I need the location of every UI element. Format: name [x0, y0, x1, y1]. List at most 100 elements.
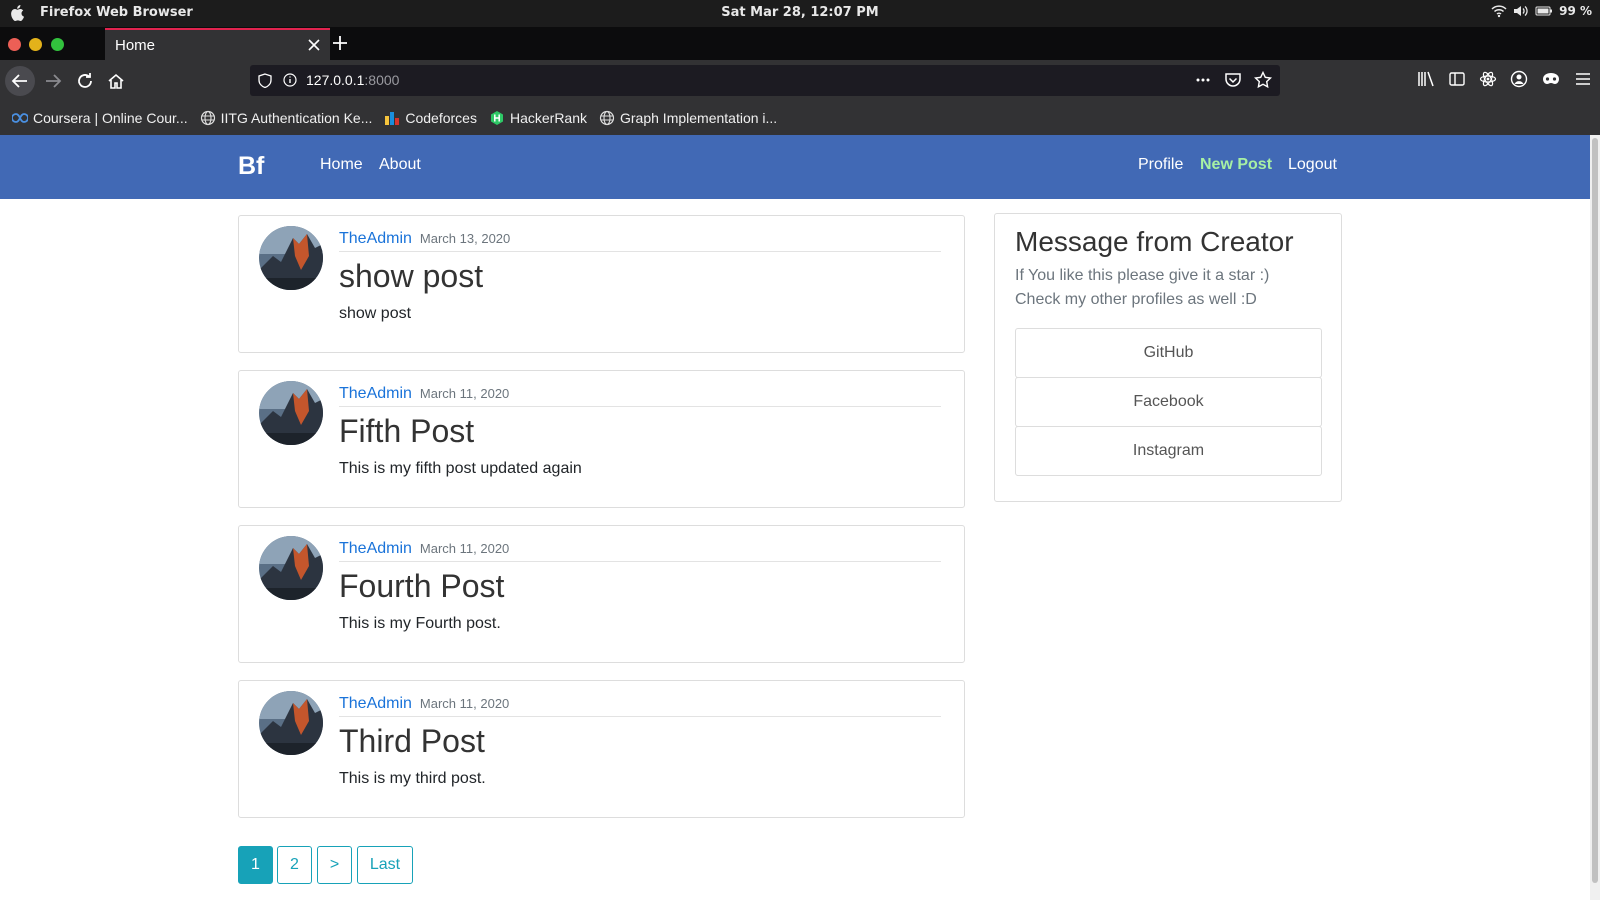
sidebar-text-line-1: If You like this please give it a star :… — [1015, 267, 1270, 284]
post-date: March 11, 2020 — [419, 541, 510, 556]
bookmark-label: Coursera | Online Cour... — [33, 110, 188, 126]
post-body: This is my third post. — [339, 770, 486, 787]
post-date: March 11, 2020 — [419, 386, 510, 401]
post-author-link[interactable]: TheAdmin — [339, 540, 412, 557]
post-card: TheAdmin March 11, 2020 Fourth Post This … — [238, 525, 965, 663]
globe-icon — [200, 110, 215, 126]
scrollbar-thumb[interactable] — [1592, 138, 1598, 883]
post-title-link[interactable]: show post — [339, 258, 483, 295]
pagination-page-2[interactable]: 2 — [277, 846, 312, 884]
post-meta: TheAdmin March 11, 2020 — [339, 695, 941, 717]
globe-icon — [599, 110, 615, 126]
page-viewport: Bf Home About Profile New Post Logout Th… — [0, 135, 1590, 900]
post-body: This is my Fourth post. — [339, 615, 501, 632]
sidebar-toggle-icon[interactable] — [1448, 70, 1466, 88]
bookmarks-toolbar: Coursera | Online Cour... IITG Authentic… — [0, 101, 1600, 135]
post-card: TheAdmin March 13, 2020 show post show po… — [238, 215, 965, 353]
url-port: :8000 — [364, 72, 400, 88]
author-avatar[interactable] — [259, 226, 323, 290]
page-actions-more-icon[interactable] — [1194, 71, 1212, 89]
author-avatar[interactable] — [259, 536, 323, 600]
nav-link-logout[interactable]: Logout — [1288, 156, 1337, 174]
post-author-link[interactable]: TheAdmin — [339, 230, 412, 247]
instagram-link[interactable]: Instagram — [1015, 426, 1322, 476]
post-body: This is my fifth post updated again — [339, 460, 582, 477]
hackerrank-icon — [490, 111, 503, 125]
post-author-link[interactable]: TheAdmin — [339, 695, 412, 712]
mountain-image — [259, 381, 323, 445]
site-info-icon[interactable] — [283, 73, 297, 87]
tab-title: Home — [115, 37, 156, 54]
bookmark-label: Codeforces — [405, 110, 477, 126]
codeforces-icon — [385, 112, 400, 125]
coursera-icon — [12, 113, 28, 123]
bookmark-label: Graph Implementation i... — [620, 110, 778, 126]
url-host: 127.0.0.1 — [306, 72, 365, 88]
battery-icon[interactable] — [1535, 5, 1553, 17]
nav-link-home[interactable]: Home — [320, 156, 363, 174]
post-card: TheAdmin March 11, 2020 Third Post This i… — [238, 680, 965, 818]
sidebar-text-line-2: Check my other profiles as well :D — [1015, 291, 1257, 308]
site-navbar: Bf Home About Profile New Post Logout — [0, 135, 1590, 199]
bookmark-codeforces[interactable]: Codeforces — [384, 110, 477, 126]
bookmark-hackerrank[interactable]: HackerRank — [489, 110, 587, 126]
post-author-link[interactable]: TheAdmin — [339, 385, 412, 402]
url-bar[interactable]: 127.0.0.1:8000 — [250, 65, 1280, 96]
facebook-link[interactable]: Facebook — [1015, 377, 1322, 427]
post-body: show post — [339, 305, 412, 322]
account-icon[interactable] — [1510, 70, 1528, 88]
window-maximize-button[interactable] — [51, 38, 64, 51]
mountain-image — [259, 226, 323, 290]
arrow-left-icon — [11, 74, 27, 88]
author-avatar[interactable] — [259, 381, 323, 445]
tab-home[interactable]: Home — [105, 28, 330, 60]
url-text[interactable]: 127.0.0.1:8000 — [306, 72, 399, 88]
arrow-right-icon — [46, 74, 62, 88]
github-link[interactable]: GitHub — [1015, 328, 1322, 378]
battery-level: 99 % — [1559, 4, 1592, 18]
reload-icon — [78, 73, 92, 88]
navigation-toolbar: 127.0.0.1:8000 — [0, 60, 1600, 101]
pocket-icon[interactable] — [1224, 71, 1242, 89]
bookmark-coursera[interactable]: Coursera | Online Cour... — [12, 110, 188, 126]
menu-hamburger-icon[interactable] — [1574, 70, 1592, 88]
pagination-next[interactable]: > — [317, 846, 352, 884]
post-title-link[interactable]: Fifth Post — [339, 413, 474, 450]
post-title-link[interactable]: Third Post — [339, 723, 485, 760]
page-scrollbar[interactable] — [1590, 135, 1600, 900]
reload-button[interactable] — [70, 66, 100, 96]
private-browsing-icon[interactable] — [1541, 70, 1561, 88]
system-tray: 99 % — [1491, 4, 1592, 18]
window-minimize-button[interactable] — [29, 38, 42, 51]
forward-button[interactable] — [38, 66, 68, 96]
sidebar-title: Message from Creator — [1015, 226, 1294, 257]
tracking-protection-shield-icon[interactable] — [258, 73, 272, 88]
post-title-link[interactable]: Fourth Post — [339, 568, 504, 605]
new-tab-icon[interactable] — [330, 33, 350, 53]
close-icon[interactable] — [306, 37, 322, 53]
volume-icon[interactable] — [1513, 4, 1529, 18]
nav-link-new-post[interactable]: New Post — [1200, 156, 1272, 174]
window-close-button[interactable] — [8, 38, 21, 51]
nav-link-about[interactable]: About — [379, 156, 421, 174]
site-brand[interactable]: Bf — [238, 152, 264, 181]
post-meta: TheAdmin March 11, 2020 — [339, 385, 941, 407]
library-icon[interactable] — [1417, 70, 1435, 88]
system-clock[interactable]: Sat Mar 28, 12:07 PM — [0, 5, 1600, 20]
post-date: March 13, 2020 — [419, 231, 511, 246]
nav-link-profile[interactable]: Profile — [1138, 156, 1183, 174]
pagination-page-1[interactable]: 1 — [238, 846, 273, 884]
author-avatar[interactable] — [259, 691, 323, 755]
bookmark-iitg-auth[interactable]: IITG Authentication Ke... — [200, 110, 373, 126]
back-button[interactable] — [5, 66, 35, 96]
bookmark-label: IITG Authentication Ke... — [220, 110, 373, 126]
bookmark-graph-implementation[interactable]: Graph Implementation i... — [599, 110, 777, 126]
bookmark-star-icon[interactable] — [1254, 71, 1272, 89]
pagination-last[interactable]: Last — [357, 846, 413, 884]
home-button[interactable] — [101, 66, 131, 96]
tab-strip: Home — [0, 27, 1600, 60]
post-date: March 11, 2020 — [419, 696, 510, 711]
creator-message-card: Message from Creator If You like this pl… — [994, 213, 1342, 502]
react-devtools-icon[interactable] — [1479, 70, 1497, 88]
wifi-icon[interactable] — [1491, 4, 1507, 18]
